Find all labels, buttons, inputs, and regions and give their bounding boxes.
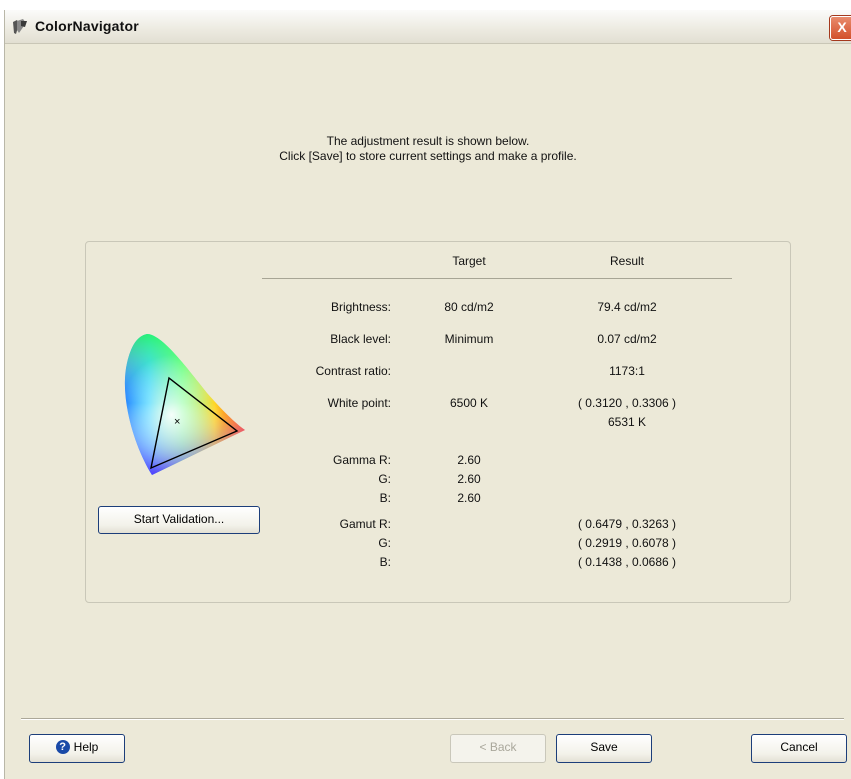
start-validation-button[interactable]: Start Validation... bbox=[98, 506, 260, 534]
instruction-line-1: The adjustment result is shown below. bbox=[326, 134, 530, 148]
brightness-label: Brightness: bbox=[330, 300, 391, 314]
brightness-result: 79.4 cd/m2 bbox=[597, 300, 657, 314]
header-divider bbox=[262, 278, 732, 279]
title-bar[interactable]: ColorNavigator X bbox=[5, 10, 851, 44]
cancel-button[interactable]: Cancel bbox=[751, 734, 847, 763]
footer-divider bbox=[21, 718, 844, 720]
brightness-target: 80 cd/m2 bbox=[444, 300, 494, 314]
colornavigator-window: ColorNavigator X The adjustment result i… bbox=[4, 10, 851, 779]
black-level-label: Black level: bbox=[330, 332, 391, 346]
save-button[interactable]: Save bbox=[556, 734, 652, 763]
gamut-g-result: ( 0.2919 , 0.6078 ) bbox=[577, 536, 677, 550]
white-point-target: 6500 K bbox=[449, 396, 489, 410]
gamut-g-label: G: bbox=[378, 536, 391, 550]
column-header-result: Result bbox=[609, 254, 644, 268]
white-point-result-xy: ( 0.3120 , 0.3306 ) bbox=[577, 396, 677, 410]
column-header-target: Target bbox=[452, 254, 486, 268]
black-level-result: 0.07 cd/m2 bbox=[597, 332, 657, 346]
help-button[interactable]: ? Help bbox=[29, 734, 125, 763]
app-icon bbox=[11, 18, 29, 36]
svg-text:×: × bbox=[174, 416, 180, 428]
white-point-result-kelvin: 6531 K bbox=[607, 415, 647, 429]
gamma-g-label: G: bbox=[378, 472, 391, 486]
cie-chromaticity-diagram-icon: × bbox=[117, 328, 247, 478]
white-point-label: White point: bbox=[327, 396, 391, 410]
gamut-b-label: B: bbox=[379, 555, 391, 569]
help-button-label: Help bbox=[73, 740, 99, 754]
close-icon: X bbox=[837, 19, 847, 35]
contrast-ratio-label: Contrast ratio: bbox=[315, 364, 391, 378]
gamma-b-label: B: bbox=[379, 491, 391, 505]
gamma-g-target: 2.60 bbox=[457, 472, 481, 486]
back-button[interactable]: < Back bbox=[450, 734, 546, 763]
close-button[interactable]: X bbox=[830, 16, 851, 40]
gamut-r-result: ( 0.6479 , 0.3263 ) bbox=[577, 517, 677, 531]
gamma-b-target: 2.60 bbox=[457, 491, 481, 505]
help-icon: ? bbox=[55, 739, 70, 754]
gamut-b-result: ( 0.1438 , 0.0686 ) bbox=[577, 555, 677, 569]
gamma-r-target: 2.60 bbox=[457, 453, 481, 467]
contrast-ratio-result: 1173:1 bbox=[609, 364, 645, 378]
window-title: ColorNavigator bbox=[35, 18, 139, 34]
black-level-target: Minimum bbox=[444, 332, 494, 346]
instruction-line-2: Click [Save] to store current settings a… bbox=[279, 149, 577, 163]
instruction-text: The adjustment result is shown below. Cl… bbox=[5, 134, 851, 164]
gamma-r-label: Gamma R: bbox=[332, 453, 391, 467]
